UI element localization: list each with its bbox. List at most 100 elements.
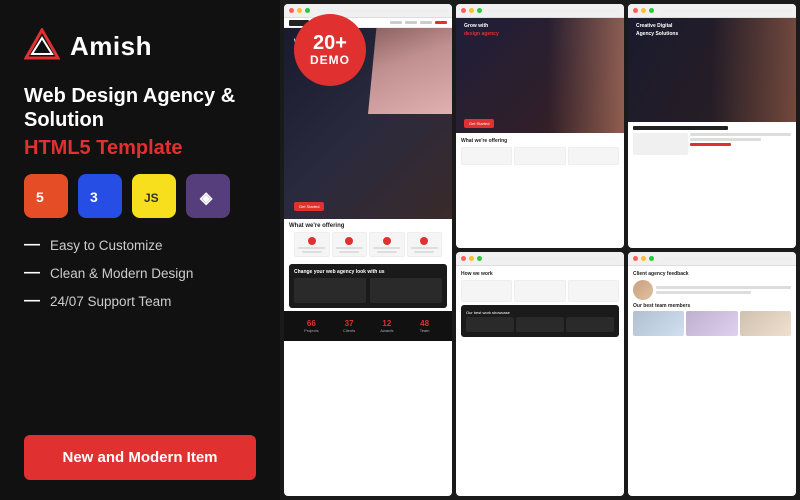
br-title: Client agency feedback <box>633 271 791 277</box>
service-line-5 <box>373 247 400 249</box>
stat-3: 12 Awards <box>370 319 405 333</box>
stats-section: 66 Projects 37 Clients 12 Awards 48 <box>284 311 452 341</box>
stat-num-4: 48 <box>407 319 442 328</box>
card-header-tr <box>456 4 624 18</box>
svg-text:5: 5 <box>36 189 44 205</box>
tr-off-1 <box>461 147 512 165</box>
logo-row: Amish <box>24 28 256 64</box>
service-line-7 <box>411 247 438 249</box>
feature-item-3: — 24/07 Support Team <box>24 292 256 310</box>
tfr-people <box>712 18 796 122</box>
service-line-6 <box>377 251 397 253</box>
tfr-line-1 <box>690 133 791 136</box>
screenshots-grid: We CreateQuality Design Get Started What… <box>280 0 800 500</box>
br-line-1 <box>656 286 791 289</box>
logo-icon <box>24 28 60 64</box>
dot-g2 <box>477 8 482 13</box>
tr-off-3 <box>568 147 619 165</box>
bm-content: How we work Our best work showcase <box>456 266 624 342</box>
card-body-bm: How we work Our best work showcase <box>456 266 624 496</box>
dot-g5 <box>649 256 654 261</box>
stat-2: 37 Clients <box>332 319 367 333</box>
heading-sub: HTML5 Template <box>24 136 256 160</box>
service-icon-3 <box>383 237 391 245</box>
dot-green <box>305 8 310 13</box>
br-team <box>633 311 791 336</box>
card-header-br <box>628 252 796 266</box>
tfr-line-2 <box>690 138 760 141</box>
dot-r4 <box>461 256 466 261</box>
service-icon-1 <box>308 237 316 245</box>
feature-item-1: — Easy to Customize <box>24 236 256 254</box>
stat-4: 48 Team <box>407 319 442 333</box>
tfr-content <box>628 122 796 162</box>
feature-text-3: 24/07 Support Team <box>50 294 171 309</box>
logo-text: Amish <box>70 31 152 62</box>
bm-showcase <box>466 317 614 332</box>
bm-title: How we work <box>461 271 619 277</box>
tech-html-icon: 5 <box>24 174 68 218</box>
dot-r3 <box>633 8 638 13</box>
dot-y4 <box>469 256 474 261</box>
feature-text-2: Clean & Modern Design <box>50 266 193 281</box>
br-avatar <box>633 280 653 300</box>
service-icon-2 <box>345 237 353 245</box>
br-text <box>656 280 791 300</box>
dot-r2 <box>461 8 466 13</box>
service-line-2 <box>302 251 322 253</box>
heading-block: Web Design Agency & Solution HTML5 Templ… <box>24 84 256 160</box>
mock-nav-links <box>390 21 447 24</box>
screenshot-bottom-mid: How we work Our best work showcase <box>456 252 624 496</box>
tr-off-2 <box>514 147 565 165</box>
stat-label-4: Team <box>407 328 442 333</box>
svg-text:JS: JS <box>144 191 159 205</box>
dot-y3 <box>641 8 646 13</box>
mock-nav-link <box>420 21 432 24</box>
tech-icons-row: 5 3 JS ◈ <box>24 174 256 218</box>
service-card-1 <box>294 232 330 257</box>
dot-y2 <box>469 8 474 13</box>
dot-g3 <box>649 8 654 13</box>
tfr-title-bar <box>633 126 728 130</box>
people-overlay <box>368 28 452 114</box>
svg-text:3: 3 <box>90 189 98 205</box>
tr-section-title: What we're offering <box>461 138 619 144</box>
dot-yellow <box>297 8 302 13</box>
bm-steps <box>461 280 619 302</box>
stat-1: 66 Projects <box>294 319 329 333</box>
dot-r5 <box>633 256 638 261</box>
bm-dark-text: Our best work showcase <box>466 310 614 315</box>
tfr-row-1 <box>633 133 791 155</box>
tr-hero-text: Grow withdesign agency <box>464 23 499 38</box>
screenshot-bottom-right: Client agency feedback Our best team mem… <box>628 252 796 496</box>
heading-main: Web Design Agency & Solution <box>24 84 256 132</box>
agency-content <box>294 278 442 303</box>
br-team-3 <box>740 311 791 336</box>
tech-js-icon: JS <box>132 174 176 218</box>
card-header-bm <box>456 252 624 266</box>
services-cards <box>289 232 447 257</box>
service-icon-4 <box>420 237 428 245</box>
stat-num-2: 37 <box>332 319 367 328</box>
screenshot-top-right: Grow withdesign agency Get Started What … <box>456 4 624 248</box>
service-card-3 <box>369 232 405 257</box>
bm-show-2 <box>516 317 564 332</box>
br-content: Client agency feedback Our best team mem… <box>628 266 796 341</box>
card-body-br: Client agency feedback Our best team mem… <box>628 266 796 496</box>
agency-img-2 <box>370 278 442 303</box>
service-line-8 <box>414 251 434 253</box>
mock-nav-link <box>390 21 402 24</box>
cta-button[interactable]: New and Modern Item <box>24 435 256 480</box>
br-team-2 <box>686 311 737 336</box>
features-list: — Easy to Customize — Clean & Modern Des… <box>24 236 256 310</box>
stat-label-1: Projects <box>294 328 329 333</box>
tech-css-icon: 3 <box>78 174 122 218</box>
dot-y5 <box>641 256 646 261</box>
services-section: What we're offering <box>284 219 452 261</box>
service-card-2 <box>332 232 368 257</box>
mock-nav-link <box>405 21 417 24</box>
services-label: What we're offering <box>289 223 447 229</box>
bm-dark-section: Our best work showcase <box>461 305 619 337</box>
card-header-tfr <box>628 4 796 18</box>
br-line-2 <box>656 291 751 294</box>
